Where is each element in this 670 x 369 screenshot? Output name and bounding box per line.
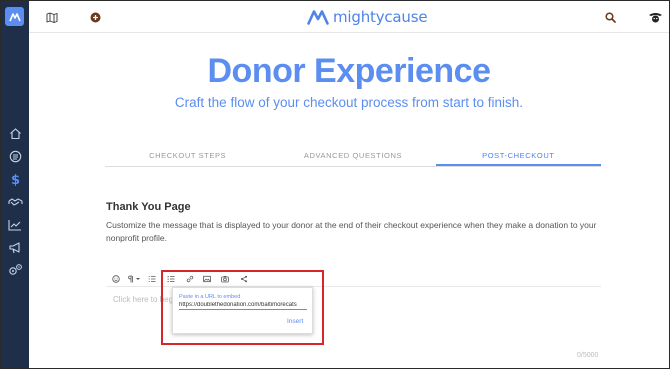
paragraph-icon[interactable]	[128, 273, 141, 285]
list-icon[interactable]	[7, 148, 23, 164]
page-title: Donor Experience	[207, 52, 491, 90]
plus-circle-icon[interactable]	[88, 10, 102, 24]
user-avatar-icon[interactable]	[647, 10, 663, 24]
emoji-icon[interactable]	[112, 273, 120, 285]
map-icon[interactable]	[45, 10, 59, 24]
chart-icon[interactable]	[7, 217, 23, 233]
annotation-highlight-box	[161, 270, 324, 345]
tab-bar: CHECKOUT STEPS ADVANCED QUESTIONS POST-C…	[105, 147, 601, 167]
megaphone-icon[interactable]	[7, 239, 23, 255]
brand-logo[interactable]: mightycause	[307, 7, 428, 27]
tab-advanced-questions[interactable]: ADVANCED QUESTIONS	[270, 147, 435, 166]
svg-text:$: $	[10, 173, 19, 186]
brand-name: mightycause	[333, 8, 428, 26]
tab-post-checkout[interactable]: POST-CHECKOUT	[435, 147, 601, 166]
mightycause-logo-icon[interactable]	[5, 7, 24, 26]
home-icon[interactable]	[7, 125, 23, 141]
handshake-icon[interactable]	[7, 194, 23, 210]
ordered-list-icon[interactable]	[148, 273, 156, 285]
settings-icon[interactable]	[7, 262, 23, 278]
top-bar: mightycause	[29, 1, 669, 33]
tab-checkout-steps[interactable]: CHECKOUT STEPS	[105, 147, 270, 166]
section-description: Customize the message that is displayed …	[106, 220, 597, 243]
dollar-icon[interactable]: $	[7, 171, 23, 187]
sidebar: $	[1, 1, 29, 368]
mightycause-mark-icon	[307, 10, 329, 25]
page-subtitle: Craft the flow of your checkout process …	[174, 95, 524, 110]
character-counter: 0/5000	[577, 352, 599, 359]
section-title: Thank You Page	[106, 201, 191, 213]
search-icon[interactable]	[603, 10, 617, 24]
